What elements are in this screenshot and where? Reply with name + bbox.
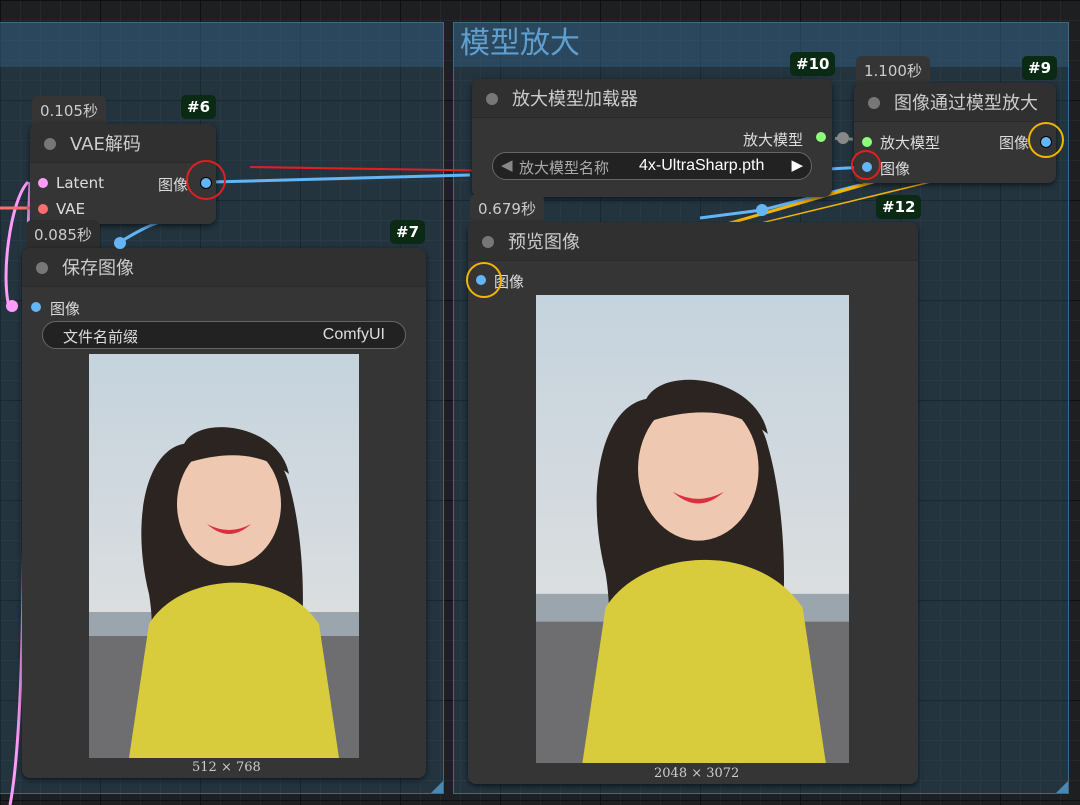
reroute-point[interactable] <box>756 204 768 216</box>
saved-image-dimensions: 512 × 768 <box>192 760 261 775</box>
node-title: 保存图像 <box>62 258 134 279</box>
image-input-slot[interactable] <box>31 302 41 312</box>
upscale-model-input-label: 放大模型 <box>880 134 941 152</box>
model-name-combo[interactable]: ◀ 放大模型名称 4x-UltraSharp.pth ▶ <box>492 152 812 180</box>
image-output-label: 图像 <box>158 176 189 194</box>
annotation-yellow-circle <box>1028 122 1064 158</box>
saved-image-preview <box>89 354 359 758</box>
save-image-time: 0.085秒 <box>26 220 100 251</box>
collapse-dot[interactable] <box>36 262 48 274</box>
node-title: 放大模型加载器 <box>512 89 638 110</box>
filename-prefix-field[interactable]: 文件名前缀 ComfyUI <box>42 321 406 349</box>
filename-prefix-label: 文件名前缀 <box>63 328 139 346</box>
model-name-value: 4x-UltraSharp.pth <box>639 157 765 174</box>
upscale-model-output-slot[interactable] <box>816 132 826 142</box>
annotation-yellow-circle <box>466 262 502 298</box>
collapse-dot[interactable] <box>868 97 880 109</box>
upscale-loader-id-badge: #10 <box>790 52 836 76</box>
image-input-label: 图像 <box>50 300 81 318</box>
preview-image-time: 0.679秒 <box>470 194 544 225</box>
annotation-red-circle <box>186 160 226 200</box>
vae-decode-time: 0.105秒 <box>32 96 106 127</box>
node-title: VAE解码 <box>70 134 141 155</box>
vae-decode-id-badge: #6 <box>181 95 217 119</box>
portrait-image-upscaled <box>536 295 849 763</box>
vae-input-slot[interactable] <box>38 204 48 214</box>
collapse-dot[interactable] <box>44 138 56 150</box>
reroute-point[interactable] <box>114 237 126 249</box>
upscale-by-model-id-badge: #9 <box>1022 56 1058 80</box>
node-upscale-by-model[interactable]: 图像通过模型放大 放大模型 图像 图像 <box>854 83 1056 183</box>
save-image-id-badge: #7 <box>390 220 426 244</box>
reroute-point[interactable] <box>6 300 18 312</box>
wire-image-to-preview <box>119 220 161 244</box>
reroute-point[interactable] <box>837 132 849 144</box>
preview-image-dimensions: 2048 × 3072 <box>654 766 740 781</box>
node-title: 预览图像 <box>508 232 580 253</box>
node-save-image[interactable]: 保存图像 图像 文件名前缀 ComfyUI 512 × 768 <box>22 248 426 778</box>
upscale-model-output-label: 放大模型 <box>743 131 804 149</box>
vae-input-label: VAE <box>56 200 86 218</box>
combo-next-arrow[interactable]: ▶ <box>791 156 803 174</box>
image-output-label: 图像 <box>999 134 1030 152</box>
latent-input-label: Latent <box>56 174 105 192</box>
node-title: 图像通过模型放大 <box>894 93 1038 114</box>
model-name-label: 放大模型名称 <box>519 159 610 177</box>
collapse-dot[interactable] <box>482 236 494 248</box>
node-upscale-model-loader[interactable]: 放大模型加载器 放大模型 ◀ 放大模型名称 4x-UltraSharp.pth … <box>472 79 832 197</box>
annotation-red-circle <box>851 150 881 180</box>
filename-prefix-value: ComfyUI <box>322 326 385 343</box>
image-input-label: 图像 <box>880 160 911 178</box>
portrait-image <box>89 354 359 758</box>
latent-input-slot[interactable] <box>38 178 48 188</box>
preview-image-id-badge: #12 <box>876 195 922 219</box>
node-preview-image[interactable]: 预览图像 图像 2048 × 3072 <box>468 222 918 784</box>
preview-image-canvas <box>536 295 849 763</box>
combo-prev-arrow[interactable]: ◀ <box>501 156 513 174</box>
upscale-model-input-slot[interactable] <box>862 137 872 147</box>
collapse-dot[interactable] <box>486 93 498 105</box>
